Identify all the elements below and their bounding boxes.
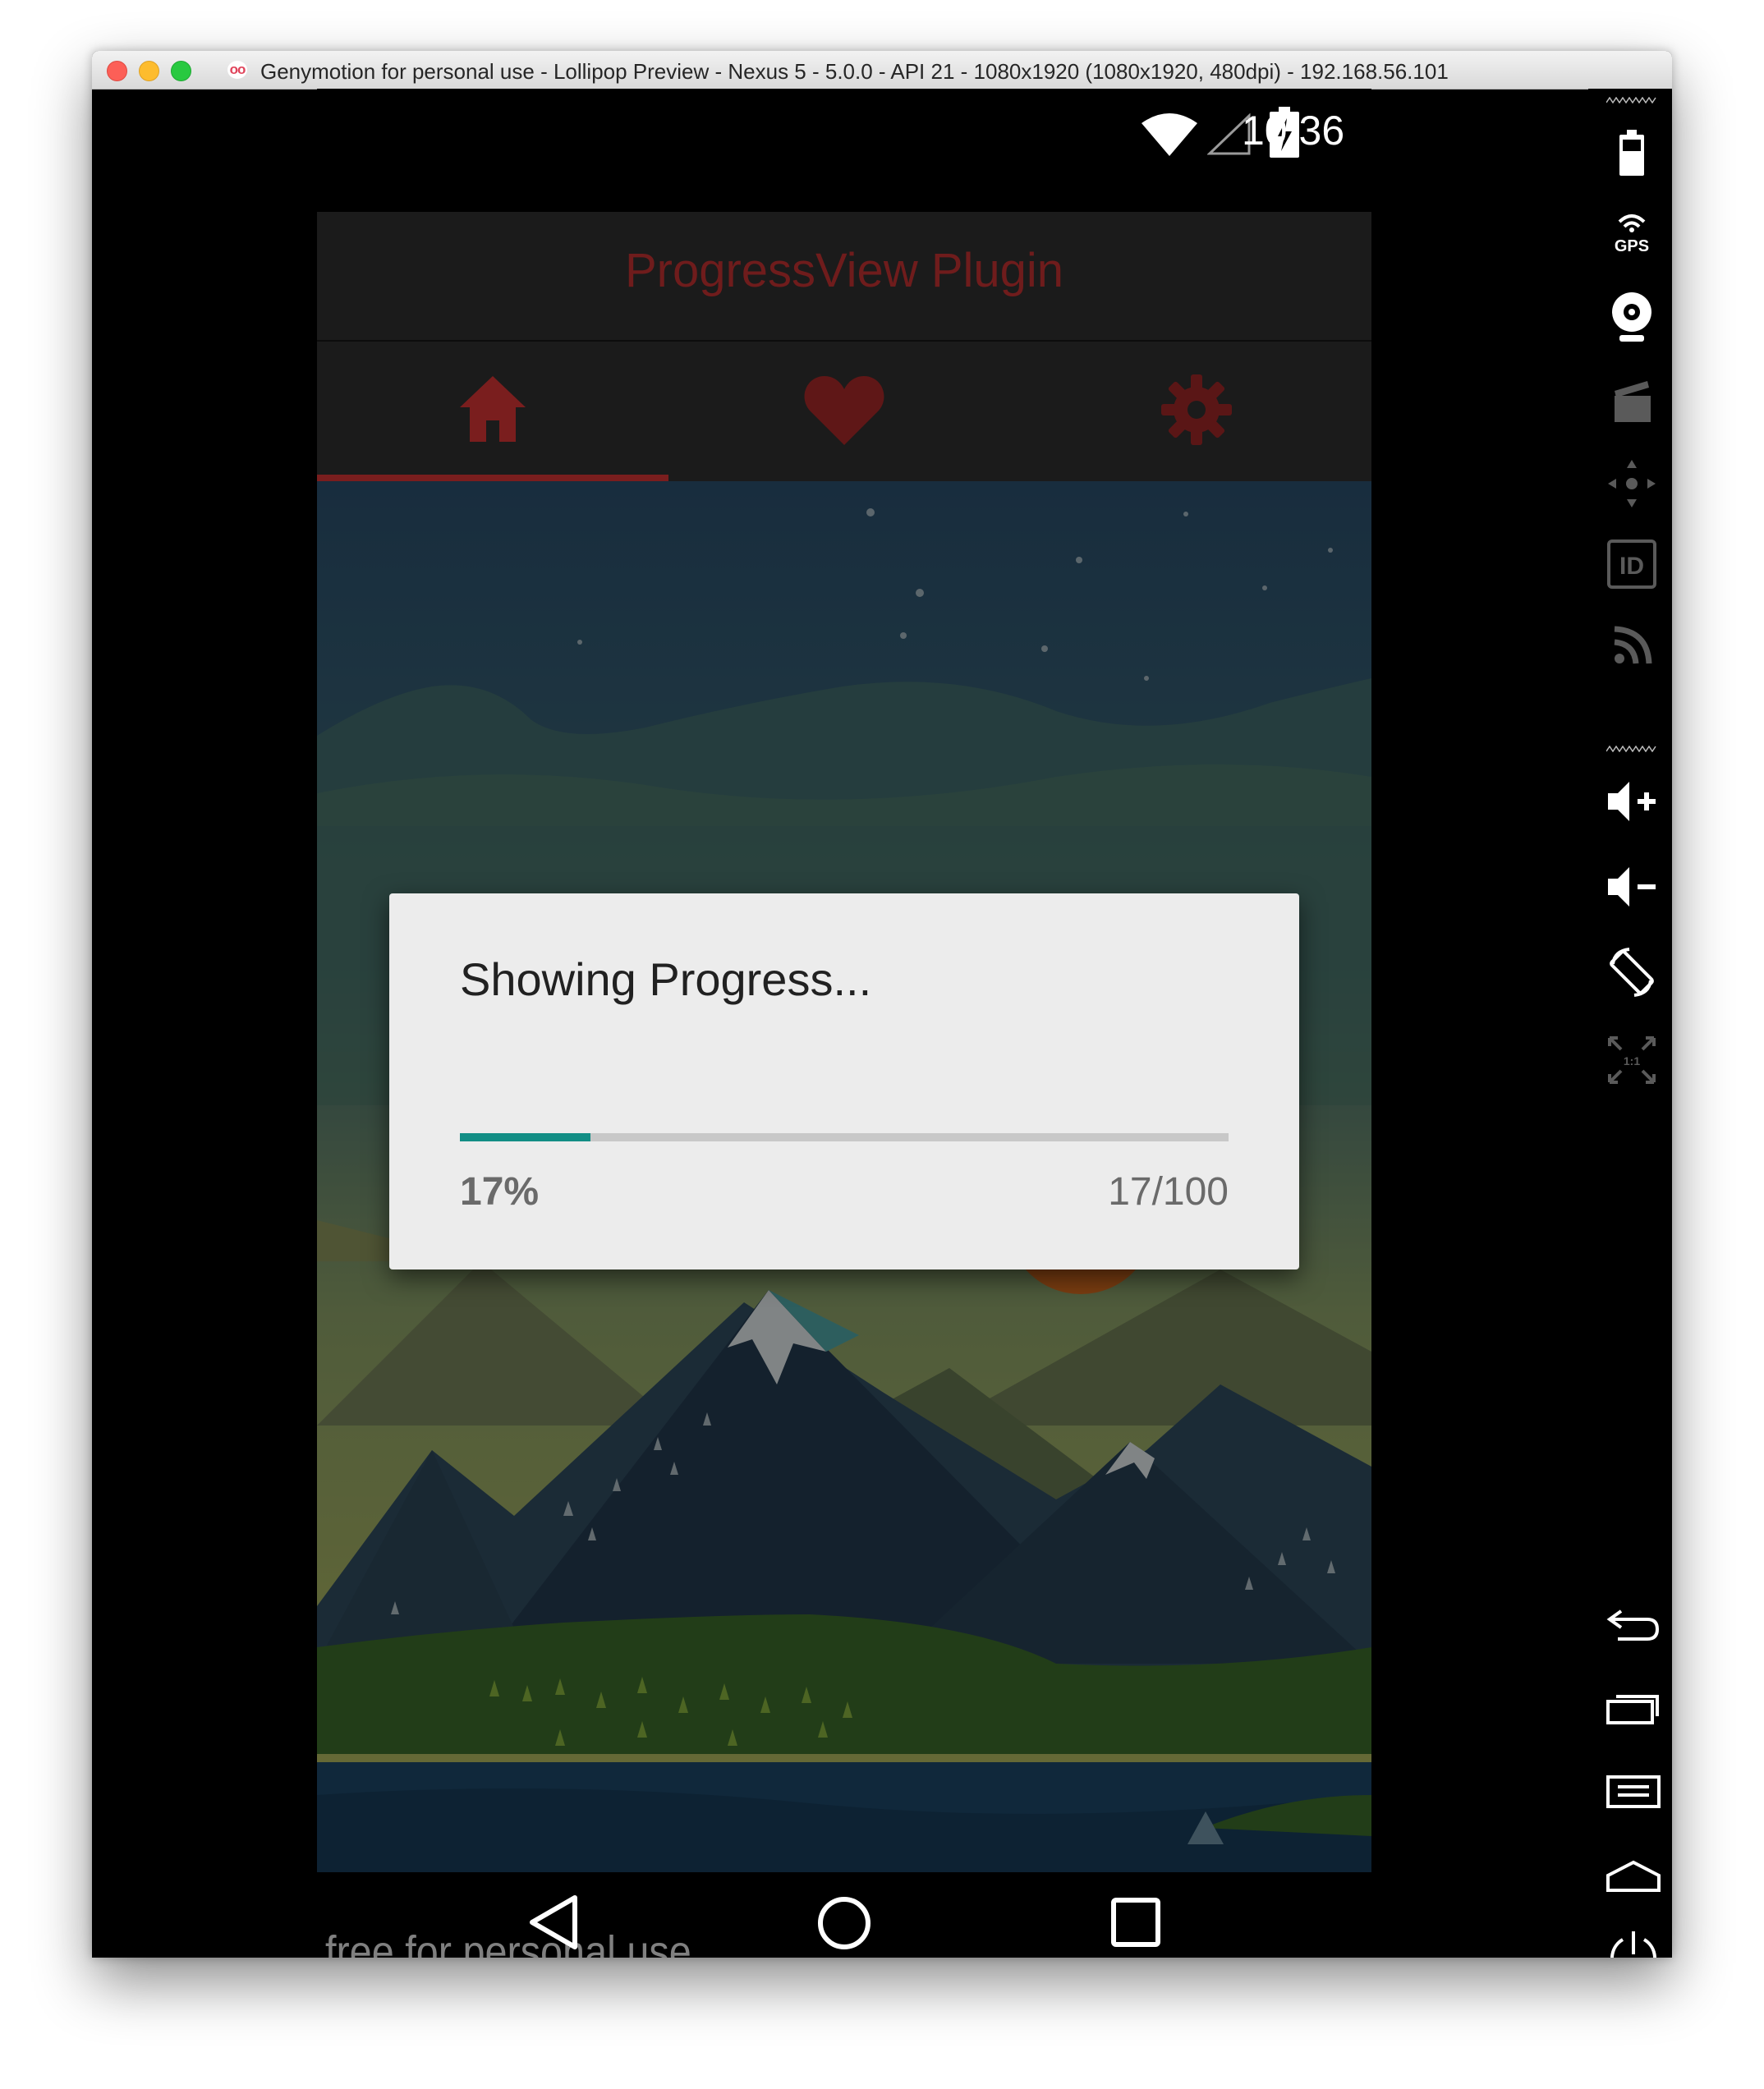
recent-apps-icon[interactable] bbox=[1606, 1692, 1661, 1724]
tab-favorites[interactable] bbox=[668, 342, 1020, 481]
home-icon bbox=[460, 376, 526, 442]
nav-recents-button[interactable] bbox=[1110, 1897, 1161, 1948]
heart-icon bbox=[804, 376, 884, 445]
emulator-window: oo Genymotion for personal use - Lollipo… bbox=[92, 51, 1672, 1958]
menu-icon[interactable] bbox=[1606, 1775, 1661, 1808]
nav-home-button[interactable] bbox=[816, 1895, 872, 1951]
tab-selection-indicator bbox=[317, 475, 668, 481]
pixel-perfect-label: 1:1 bbox=[1624, 1054, 1640, 1067]
rss-cast-icon[interactable] bbox=[1606, 619, 1657, 670]
rotate-device-icon[interactable] bbox=[1606, 946, 1657, 999]
watermark-text: free for personal use bbox=[325, 1927, 691, 1958]
maximize-window-button[interactable] bbox=[171, 61, 191, 81]
progress-percent: 17% bbox=[460, 1170, 540, 1214]
progress-bar-fill bbox=[460, 1133, 591, 1141]
tab-settings[interactable] bbox=[1020, 342, 1371, 481]
window-titlebar: oo Genymotion for personal use - Lollipo… bbox=[92, 51, 1672, 90]
wifi-icon bbox=[1142, 113, 1197, 156]
volume-up-icon[interactable] bbox=[1606, 780, 1657, 823]
grip-handle-icon bbox=[1606, 746, 1656, 752]
pixel-perfect-icon[interactable]: 1:1 bbox=[1606, 1035, 1657, 1086]
device-screen: 10:36 ProgressView Plugin Showing Progre… bbox=[317, 89, 1371, 1958]
emulator-sidebar: GPS ID 1:1 bbox=[1588, 89, 1672, 1958]
status-clock: 10:36 bbox=[1242, 108, 1345, 154]
webcam-icon[interactable] bbox=[1606, 291, 1657, 343]
back-arrow-icon[interactable] bbox=[1606, 1606, 1661, 1642]
device-id-icon[interactable]: ID bbox=[1606, 539, 1657, 590]
tab-bar bbox=[317, 342, 1371, 481]
battery-icon[interactable] bbox=[1619, 130, 1644, 176]
tab-home[interactable] bbox=[317, 342, 668, 481]
grip-handle-icon bbox=[1606, 97, 1656, 103]
device-id-label: ID bbox=[1619, 553, 1644, 580]
gps-icon[interactable]: GPS bbox=[1606, 209, 1657, 255]
window-title: Genymotion for personal use - Lollipop P… bbox=[260, 59, 1449, 84]
minimize-window-button[interactable] bbox=[139, 61, 159, 81]
app-toolbar: ProgressView Plugin bbox=[317, 212, 1371, 342]
progress-dialog: Showing Progress... 17% 17/100 bbox=[389, 893, 1299, 1269]
status-bar: 10:36 bbox=[317, 89, 1371, 212]
home-outline-icon[interactable] bbox=[1606, 1859, 1661, 1892]
dpad-icon[interactable] bbox=[1606, 458, 1657, 509]
volume-down-icon[interactable] bbox=[1606, 865, 1657, 908]
screencast-icon[interactable] bbox=[1606, 378, 1657, 424]
genymotion-logo-icon: oo bbox=[227, 61, 247, 79]
close-window-button[interactable] bbox=[107, 61, 127, 81]
dialog-title: Showing Progress... bbox=[460, 953, 872, 1005]
gear-icon bbox=[1161, 374, 1232, 445]
progress-count: 17/100 bbox=[1108, 1170, 1229, 1214]
gps-label: GPS bbox=[1615, 237, 1649, 255]
app-title: ProgressView Plugin bbox=[624, 244, 1064, 297]
app-content: ProgressView Plugin Showing Progress... … bbox=[317, 212, 1371, 1872]
power-icon[interactable] bbox=[1606, 1930, 1661, 1958]
progress-bar bbox=[460, 1133, 1229, 1141]
